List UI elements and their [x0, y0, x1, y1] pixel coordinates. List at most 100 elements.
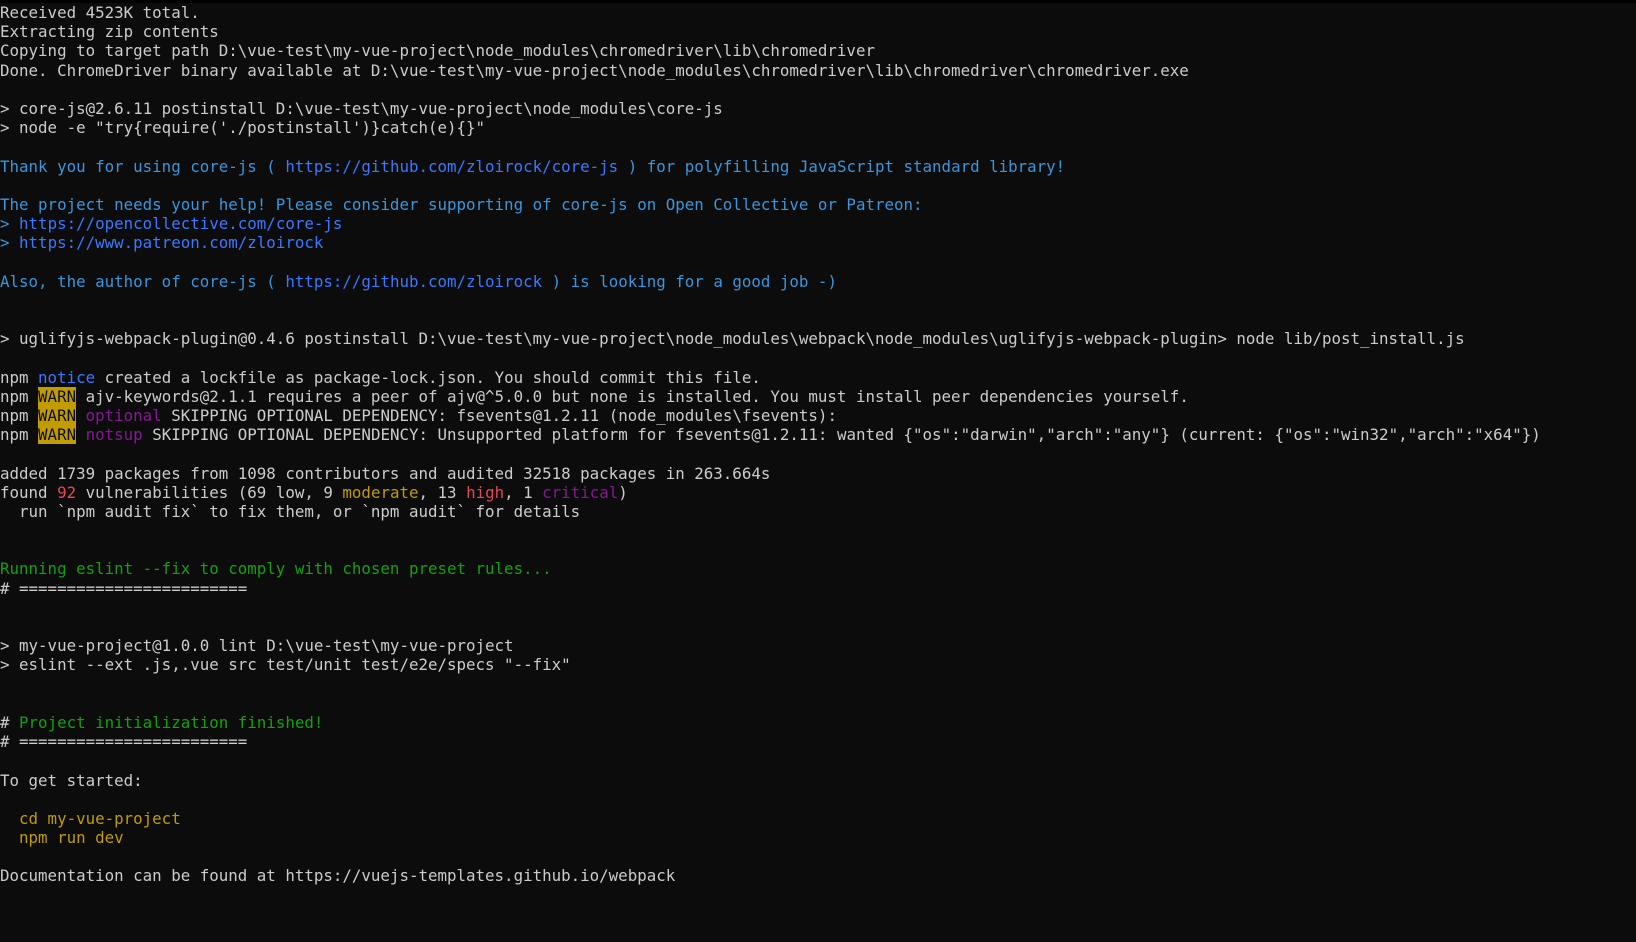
terminal-line: npm run dev: [0, 828, 1636, 847]
terminal-window[interactable]: Received 4523K total. Extracting zip cont…: [0, 3, 1636, 942]
terminal-line: # Project initialization finished!: [0, 713, 1636, 732]
terminal-line: added 1739 packages from 1098 contributo…: [0, 464, 1636, 483]
terminal-text: created a lockfile as package-lock.json.…: [95, 367, 761, 387]
terminal-text: Copying to target path D:\vue-test\my-vu…: [0, 41, 875, 61]
notice-text: https://opencollective.com/core-js: [19, 214, 343, 234]
terminal-line: npm WARN notsup SKIPPING OPTIONAL DEPEND…: [0, 425, 1636, 445]
terminal-text: , 1: [504, 482, 543, 502]
terminal-text: Done. ChromeDriver binary available at D…: [0, 60, 1189, 80]
terminal-line: # ========================: [0, 732, 1636, 751]
terminal-line: cd my-vue-project: [0, 809, 1636, 828]
terminal-line: > my-vue-project@1.0.0 lint D:\vue-test\…: [0, 636, 1636, 655]
terminal-text: run `npm audit fix` to fix them, or `npm…: [0, 501, 581, 521]
terminal-line: # ========================: [0, 579, 1636, 598]
terminal-text: >: [0, 214, 20, 234]
terminal-text: ) for polyfilling JavaScript standard li…: [618, 156, 1066, 176]
terminal-line: Received 4523K total.: [0, 3, 1636, 22]
terminal-text: The project needs your help! Please cons…: [0, 194, 923, 214]
terminal-text: Also, the author of core-js (: [0, 271, 286, 291]
terminal-text: # ========================: [0, 732, 248, 752]
terminal-text: notsup: [85, 425, 143, 445]
terminal-text: > my-vue-project@1.0.0 lint D:\vue-test\…: [0, 636, 514, 656]
terminal-text: > core-js@2.6.11 postinstall D:\vue-test…: [0, 98, 723, 118]
notice-text: notice: [38, 367, 96, 387]
terminal-line: Done. ChromeDriver binary available at D…: [0, 61, 1636, 80]
terminal-text: ) is looking for a good job -): [542, 271, 837, 291]
terminal-text: Received 4523K total.: [0, 3, 200, 22]
terminal-line: Thank you for using core-js ( https://gi…: [0, 157, 1636, 176]
terminal-line: Extracting zip contents: [0, 22, 1636, 41]
terminal-text: Thank you for using core-js (: [0, 156, 286, 176]
terminal-text: ): [618, 482, 628, 502]
terminal-text: > eslint --ext .js,.vue src test/unit te…: [0, 655, 571, 675]
terminal-line: > core-js@2.6.11 postinstall D:\vue-test…: [0, 99, 1636, 118]
terminal-text: Project initialization finished!: [19, 712, 324, 732]
terminal-text: high: [466, 482, 505, 502]
terminal-text: added 1739 packages from 1098 contributo…: [0, 463, 771, 483]
terminal-line: > uglifyjs-webpack-plugin@0.4.6 postinst…: [0, 329, 1636, 348]
terminal-text: , 13: [418, 482, 467, 502]
terminal-text: npm: [0, 386, 39, 406]
terminal-text: > node -e "try{require('./postinstall')}…: [0, 118, 486, 138]
terminal-line: Also, the author of core-js ( https://gi…: [0, 272, 1636, 291]
terminal-text: vulnerabilities (69 low, 9: [76, 482, 343, 502]
terminal-text: npm: [0, 425, 39, 445]
notice-text: https://github.com/zloirock: [285, 271, 543, 291]
terminal-line: run `npm audit fix` to fix them, or `npm…: [0, 502, 1636, 521]
terminal-line: To get started:: [0, 771, 1636, 790]
terminal-text: ajv-keywords@2.1.1 requires a peer of aj…: [76, 386, 1189, 406]
terminal-text: moderate: [342, 482, 419, 502]
terminal-text: found: [0, 482, 58, 502]
terminal-text: SKIPPING OPTIONAL DEPENDENCY: Unsupporte…: [142, 425, 1541, 445]
terminal-text: npm run dev: [0, 828, 124, 848]
terminal-line: The project needs your help! Please cons…: [0, 195, 1636, 214]
terminal-text: SKIPPING OPTIONAL DEPENDENCY: fsevents@1…: [161, 405, 837, 425]
terminal-text: Running eslint --fix to comply with chos…: [0, 559, 552, 579]
terminal-line: > https://www.patreon.com/zloirock: [0, 233, 1636, 252]
terminal-text: 92: [57, 482, 77, 502]
terminal-output: Received 4523K total. Extracting zip cont…: [0, 3, 1636, 886]
terminal-line: npm WARN ajv-keywords@2.1.1 requires a p…: [0, 386, 1636, 406]
notice-text: https://www.patreon.com/zloirock: [19, 233, 324, 253]
terminal-text: # ========================: [0, 578, 248, 598]
terminal-line: > https://opencollective.com/core-js: [0, 214, 1636, 233]
terminal-text: Extracting zip contents: [0, 22, 219, 42]
notice-text: https://github.com/zloirock/core-js: [285, 156, 619, 176]
terminal-text: >: [0, 233, 20, 253]
terminal-text: cd my-vue-project: [0, 808, 181, 828]
terminal-text: #: [0, 712, 20, 732]
terminal-line: npm notice created a lockfile as package…: [0, 368, 1636, 387]
terminal-line: > eslint --ext .js,.vue src test/unit te…: [0, 655, 1636, 674]
terminal-text: critical: [542, 482, 619, 502]
terminal-line: Documentation can be found at https://vu…: [0, 866, 1636, 885]
terminal-text: npm: [0, 367, 39, 387]
warn-badge: WARN: [38, 405, 77, 425]
terminal-text: To get started:: [0, 770, 143, 790]
terminal-line: npm WARN optional SKIPPING OPTIONAL DEPE…: [0, 405, 1636, 425]
terminal-line: found 92 vulnerabilities (69 low, 9 mode…: [0, 483, 1636, 502]
terminal-text: optional: [85, 405, 162, 425]
terminal-line: > node -e "try{require('./postinstall')}…: [0, 118, 1636, 137]
terminal-text: npm: [0, 405, 39, 425]
terminal-text: > uglifyjs-webpack-plugin@0.4.6 postinst…: [0, 329, 1465, 349]
warn-badge: WARN: [38, 386, 77, 406]
terminal-text: Documentation can be found at https://vu…: [0, 866, 676, 886]
